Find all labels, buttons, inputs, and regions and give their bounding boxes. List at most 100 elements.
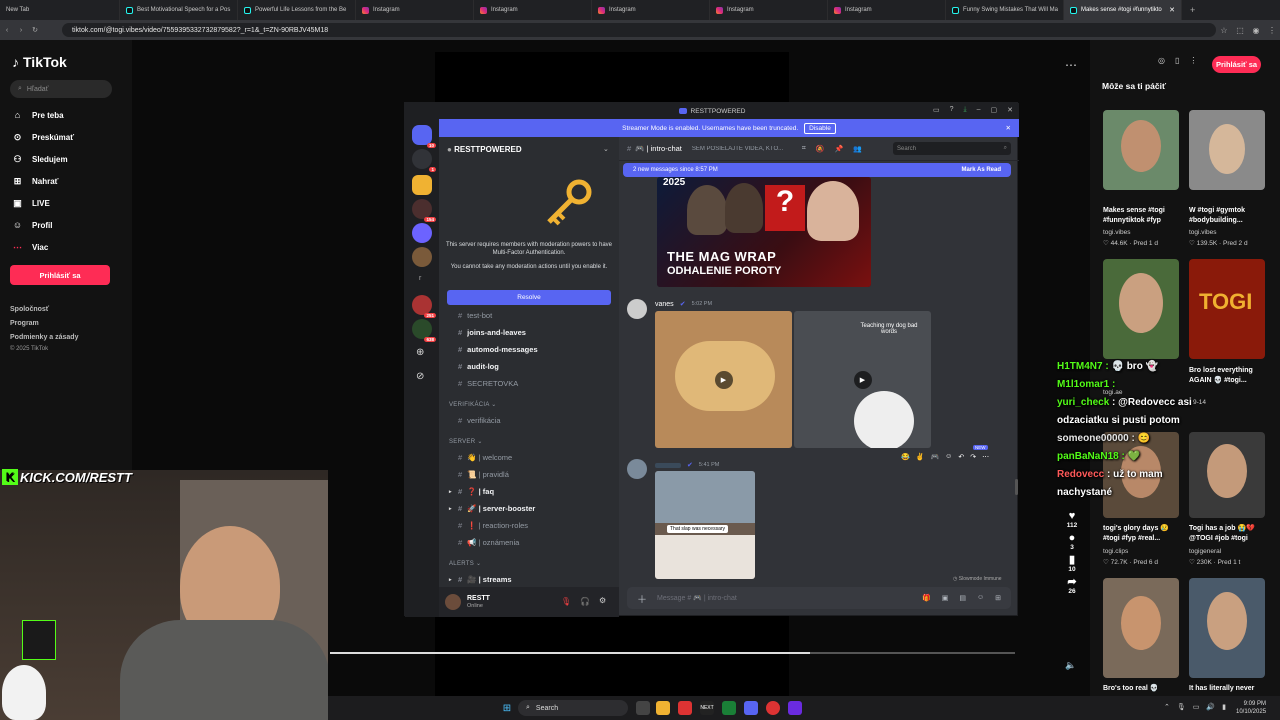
server-icon[interactable] — [412, 247, 432, 267]
message-author[interactable]: vanes — [655, 301, 674, 308]
nav-explore[interactable]: ⊙ Preskúmať — [12, 132, 74, 143]
task-view-icon[interactable] — [636, 701, 650, 715]
channel-faq[interactable]: ▸ # ❓ | faq — [449, 487, 494, 496]
taskbar-search[interactable]: ⌕ Search — [518, 700, 628, 716]
scrollbar[interactable] — [1015, 479, 1018, 495]
reaction-icon[interactable]: ✌ — [916, 453, 925, 461]
video-card[interactable]: TOGI — [1189, 259, 1265, 359]
server-folder-icon[interactable]: r — [419, 275, 421, 282]
browser-tab[interactable]: Instagram — [710, 0, 828, 20]
channel-topic[interactable]: SEM POSIELAJTE VIDEÁ, KTO... — [692, 146, 792, 152]
more-icon[interactable]: ⋯ — [982, 453, 989, 461]
footer-link-company[interactable]: Spoločnosť — [10, 306, 49, 313]
card-title[interactable]: Togi has a job 😭💔 @TOGI #job #togi — [1189, 524, 1269, 544]
inbox-icon[interactable]: ▭ — [933, 106, 940, 114]
avatar[interactable] — [445, 594, 461, 610]
reload-icon[interactable]: ↻ — [28, 26, 42, 34]
video-card[interactable] — [1103, 110, 1179, 190]
login-button-right[interactable]: Prihlásiť sa — [1212, 56, 1261, 73]
channel-welcome[interactable]: # 👋 | welcome — [449, 453, 512, 462]
browser-tab[interactable]: Best Motivational Speech for a Pos — [120, 0, 238, 20]
nav-upload[interactable]: ⊞ Nahrať — [12, 176, 59, 187]
discord-taskbar-icon[interactable] — [744, 701, 758, 715]
plus-icon[interactable]: ＋ — [637, 591, 647, 606]
channel-audit-log[interactable]: # audit-log — [449, 362, 499, 371]
message-composer[interactable]: ＋ Message # 🎮 | intro-chat 🎁 ▣ ▤ ☺ ⊞ — [627, 587, 1011, 609]
device-icon[interactable]: ▯ — [1175, 56, 1179, 65]
search-input[interactable]: ⌕ Hľadať — [10, 80, 112, 98]
reply-icon[interactable]: ↶ — [958, 453, 964, 461]
close-banner-icon[interactable]: ✕ — [1006, 124, 1011, 132]
new-messages-bar[interactable]: 2 new messages since 8:57 PM Mark As Rea… — [623, 163, 1011, 177]
reaction-icon[interactable]: 😂 — [901, 453, 910, 461]
chevron-up-icon[interactable]: ⌃ — [1164, 703, 1170, 711]
add-reaction-icon[interactable]: ☺ — [945, 453, 952, 461]
footer-link-program[interactable]: Program — [10, 320, 39, 327]
download-icon[interactable]: ⤓ — [963, 106, 966, 114]
login-button[interactable]: Prihlásiť sa — [10, 265, 110, 285]
bookmark-icon[interactable]: ▮ — [1064, 555, 1080, 566]
channel-streams[interactable]: ▸ # 🎥 | streams — [449, 575, 512, 584]
category-alerts[interactable]: ALERTS ⌄ — [449, 560, 481, 567]
like-icon[interactable]: ♥ — [1064, 511, 1080, 522]
server-icon[interactable] — [412, 175, 432, 195]
close-tab-icon[interactable]: ✕ — [1169, 6, 1175, 14]
channel-verifikacia[interactable]: # verifikácia — [449, 416, 501, 425]
menu-dots-icon[interactable]: ⋮ — [1189, 56, 1197, 65]
channel-secretovka[interactable]: # SECRETOVKA — [449, 379, 518, 388]
nav-following[interactable]: ⚇ Sledujem — [12, 154, 67, 165]
server-icon[interactable]: 638 — [412, 319, 436, 342]
video-card[interactable] — [1103, 259, 1179, 359]
nav-profile[interactable]: ☺ Profil — [12, 220, 53, 230]
channel-reaction-roles[interactable]: # ❗ | reaction-roles — [449, 521, 528, 530]
nav-live[interactable]: ▣ LIVE — [12, 198, 50, 209]
coins-icon[interactable]: ◎ — [1158, 56, 1165, 65]
profile-icon[interactable]: ◉ — [1248, 26, 1264, 35]
app-icon[interactable] — [788, 701, 802, 715]
resolve-button[interactable]: Resolve — [447, 290, 611, 305]
bookmark-star-icon[interactable]: ☆ — [1216, 26, 1232, 35]
windows-start-icon[interactable]: ⊞ — [500, 701, 514, 715]
taskbar-clock[interactable]: 9:09 PM 10/10/2025 — [1236, 700, 1266, 716]
footer-link-terms[interactable]: Podmienky a zásady — [10, 334, 78, 341]
video-attachment[interactable]: ▶ — [655, 311, 792, 448]
url-field[interactable]: tiktok.com/@togi.vibes/video/75593953327… — [62, 23, 1216, 37]
browser-tab[interactable]: Powerful Life Lessons from the Be — [238, 0, 356, 20]
comment-icon[interactable]: ● — [1064, 533, 1080, 544]
excel-icon[interactable] — [722, 701, 736, 715]
forward-icon[interactable]: ↷ — [970, 453, 976, 461]
video-card[interactable] — [1103, 578, 1179, 678]
reaction-icon[interactable]: 🎮 — [930, 453, 939, 461]
browser-tab[interactable]: Instagram — [592, 0, 710, 20]
browser-tab[interactable]: Instagram — [474, 0, 592, 20]
card-title[interactable]: togi's glory days 😢 #togi #fyp #real... — [1103, 524, 1183, 544]
card-user[interactable]: togi.clips — [1103, 548, 1128, 555]
back-icon[interactable]: ‹ — [0, 27, 14, 34]
avatar[interactable] — [627, 459, 647, 479]
youtube-thumbnail[interactable]: 2025 ? THE MAG WRAP ODHALENIE POROTY — [657, 177, 871, 287]
sticker-icon[interactable]: ▤ — [959, 594, 966, 602]
share-icon[interactable]: ➦ — [1064, 577, 1080, 588]
members-icon[interactable]: 👥 — [853, 145, 862, 153]
server-name[interactable]: ● RESTTPOWERED — [447, 145, 522, 154]
mute-icon[interactable]: 🎙 — [561, 597, 571, 606]
browser-tab[interactable]: Instagram — [828, 0, 946, 20]
browser-icon[interactable] — [678, 701, 692, 715]
category-server[interactable]: SERVER ⌄ — [449, 438, 483, 445]
card-title[interactable]: Makes sense #togi #funnytiktok #fyp — [1103, 206, 1183, 226]
server-icon[interactable] — [412, 223, 432, 243]
file-explorer-icon[interactable] — [656, 701, 670, 715]
minimize-icon[interactable]: – — [977, 106, 981, 114]
card-user[interactable]: togi.vibes — [1103, 229, 1130, 236]
tiktok-logo[interactable]: ♪ TikTok — [12, 54, 67, 70]
server-icon[interactable]: 1 — [412, 149, 436, 172]
discord-search-input[interactable]: Search ⌕ — [893, 142, 1011, 155]
card-title[interactable]: W #togi #gymtok #bodybuilding... — [1189, 206, 1269, 226]
extension-icon[interactable]: ⬚ — [1232, 26, 1248, 35]
volume-icon[interactable]: 🔊 — [1206, 703, 1215, 711]
new-tab-icon[interactable]: + — [1190, 5, 1195, 15]
server-icon[interactable]: 251 — [412, 295, 436, 318]
play-icon[interactable]: ▶ — [714, 370, 733, 389]
volume-icon[interactable]: 🔈 — [1065, 660, 1076, 671]
category-verifikacia[interactable]: VERIFIKÁCIA ⌄ — [449, 401, 497, 408]
